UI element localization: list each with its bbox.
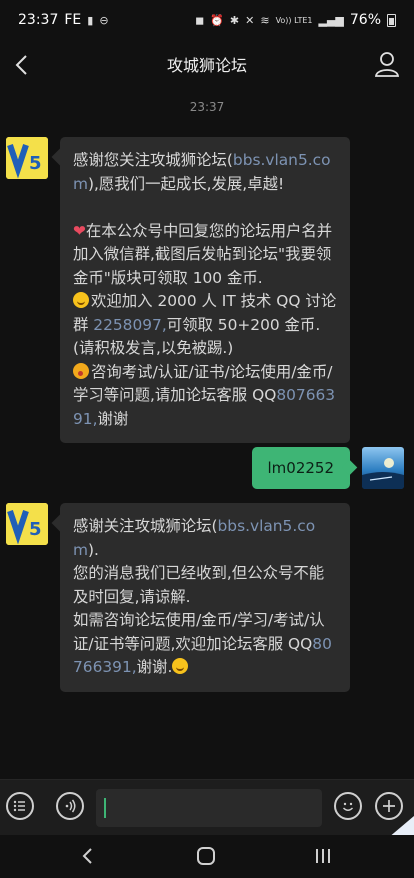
status-bar: 23:37 FE ▮ ⊖ ◼ ⏰ ✱ ✕ ≋ Vo)) LTE1 ▂▄▆ 76% [0, 0, 414, 40]
message-paragraph: 感谢您关注攻城狮论坛(bbs.vlan5.com),愿我们一起成长,发展,卓越! [73, 151, 331, 193]
nav-home-icon[interactable] [195, 845, 217, 867]
system-nav-bar [0, 835, 414, 878]
text-caret [104, 798, 106, 818]
back-arrow-icon[interactable] [6, 48, 40, 82]
official-account-avatar[interactable]: 5 [6, 137, 48, 179]
battery-percent: 76% [349, 12, 381, 28]
alarm-icon: ⏰ [210, 13, 224, 27]
incoming-message-2: 感谢关注攻城狮论坛(bbs.vlan5.com). 您的消息我们已经收到,但公众… [60, 503, 350, 692]
message-paragraph: 如需咨询论坛使用/金币/学习/考试/认证/证书等问题,欢迎加论坛客服 QQ807… [73, 611, 332, 676]
input-bar [0, 779, 414, 836]
nav-back-icon[interactable] [78, 845, 98, 867]
v5-logo-icon: 5 [6, 503, 48, 545]
kiss-emoji-icon [73, 362, 89, 379]
message-paragraph: ❤在本公众号中回复您的论坛用户名并加入微信群,截图后发帖到论坛"我要领金币"版块… [73, 221, 333, 287]
outgoing-text: lm02252 [267, 459, 335, 477]
qq-group-link[interactable]: 2258097, [93, 316, 166, 334]
minus-circle-icon: ⊖ [99, 13, 109, 27]
profile-icon[interactable] [372, 49, 402, 79]
heart-icon: ❤ [73, 221, 86, 240]
status-right: ◼ ⏰ ✱ ✕ ≋ Vo)) LTE1 ▂▄▆ 76% [195, 12, 396, 28]
wifi-icon: ≋ [260, 13, 270, 27]
incoming-message-1: 感谢您关注攻城狮论坛(bbs.vlan5.com),愿我们一起成长,发展,卓越!… [60, 137, 350, 443]
sim-icon: ▮ [87, 13, 94, 27]
plus-icon[interactable] [375, 792, 403, 820]
signal-icon: ▂▄▆ [318, 13, 344, 27]
user-avatar-image-icon [362, 447, 404, 489]
status-left: 23:37 FE ▮ ⊖ [18, 12, 109, 28]
user-avatar[interactable] [362, 447, 404, 489]
outgoing-message: lm02252 [251, 447, 350, 489]
svg-text:5: 5 [29, 519, 42, 540]
message-paragraph: 咨询考试/认证/证书/论坛使用/金币/学习等问题,请加论坛客服 QQ807663… [73, 362, 336, 428]
mute-icon: ✕ [245, 13, 255, 27]
status-time: 23:37 [18, 12, 59, 28]
bluetooth-icon: ✱ [229, 13, 240, 27]
message-paragraph: 您的消息我们已经收到,但公众号不能及时回复,请谅解. [73, 564, 325, 606]
list-icon[interactable] [6, 792, 34, 820]
notification-icon: ◼ [195, 13, 205, 27]
battery-icon [387, 13, 396, 27]
smile-emoji-icon [172, 658, 189, 674]
svg-text:5: 5 [29, 153, 42, 174]
nav-recent-icon[interactable] [312, 845, 334, 867]
page-title: 攻城狮论坛 [166, 56, 247, 75]
emoji-icon[interactable] [334, 792, 362, 820]
chat-timestamp: 23:37 [189, 100, 225, 114]
status-extra: FE [64, 12, 82, 28]
voice-icon[interactable] [56, 792, 84, 820]
official-account-avatar[interactable]: 5 [6, 503, 48, 545]
message-input[interactable] [96, 789, 322, 827]
title-bar: 攻城狮论坛 [0, 40, 414, 88]
v5-logo-icon: 5 [6, 137, 48, 179]
smile-emoji-icon [73, 292, 89, 308]
message-paragraph: 欢迎加入 2000 人 IT 技术 QQ 讨论群 2258097,可领取 50+… [73, 292, 337, 357]
network-label: Vo)) LTE1 [275, 15, 313, 25]
message-paragraph: 感谢关注攻城狮论坛(bbs.vlan5.com). [73, 517, 316, 559]
